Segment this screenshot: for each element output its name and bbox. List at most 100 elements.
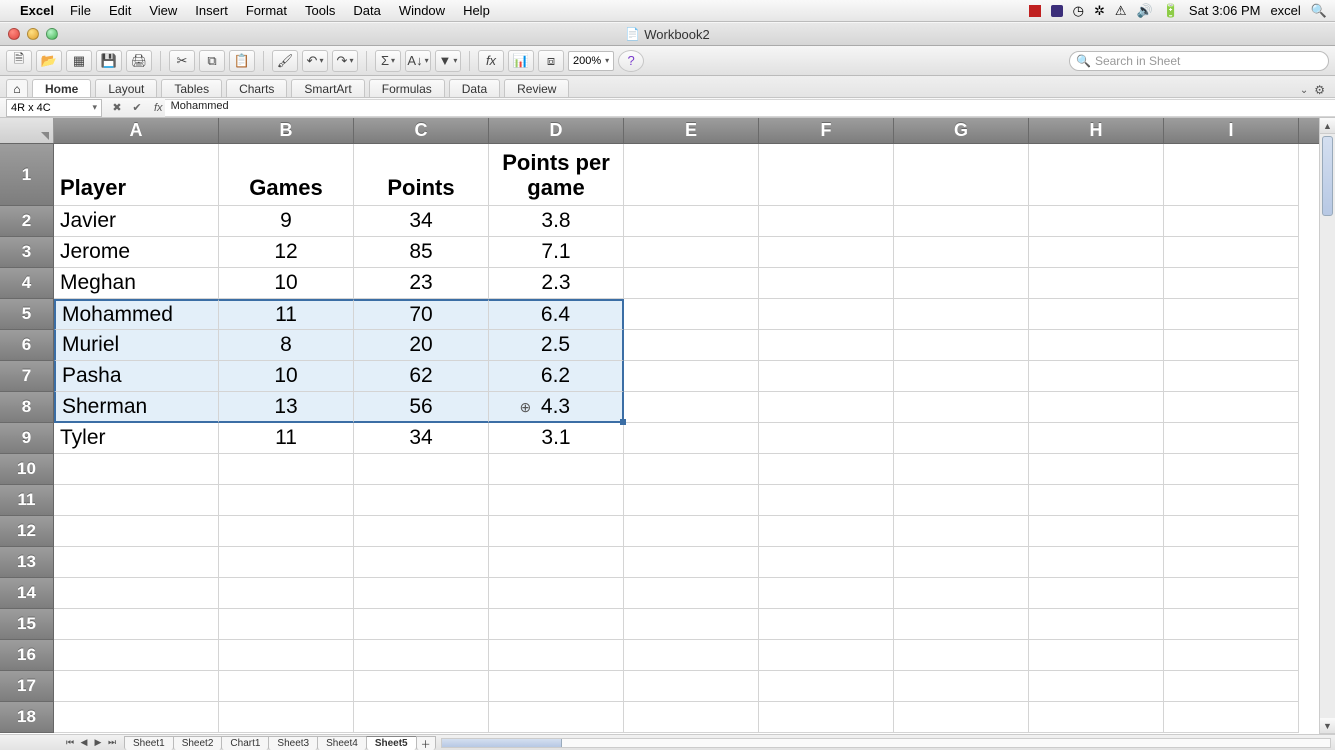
row-header-17[interactable]: 17 [0, 671, 54, 702]
print-button[interactable]: 🖨 [126, 50, 152, 72]
cell-A6[interactable]: Muriel [54, 330, 219, 361]
row-header-12[interactable]: 12 [0, 516, 54, 547]
cell-F1[interactable] [759, 144, 894, 206]
sync-icon[interactable]: ✲ [1094, 3, 1105, 19]
cell-B9[interactable]: 11 [219, 423, 354, 454]
cell-E1[interactable] [624, 144, 759, 206]
fx-label-icon[interactable]: fx [152, 102, 165, 114]
cut-button[interactable]: ✂ [169, 50, 195, 72]
cell-C8[interactable]: 56 [354, 392, 489, 423]
cell-I3[interactable] [1164, 237, 1299, 268]
app-menu[interactable]: Excel [20, 3, 54, 18]
cell-E6[interactable] [624, 330, 759, 361]
tab-review[interactable]: Review [504, 79, 569, 97]
cell-D18[interactable] [489, 702, 624, 733]
cell-G15[interactable] [894, 609, 1029, 640]
row-header-3[interactable]: 3 [0, 237, 54, 268]
chart-button[interactable]: 📊 [508, 50, 534, 72]
column-header-C[interactable]: C [354, 118, 489, 143]
sheet-nav-next[interactable]: ▶ [92, 737, 104, 748]
menubar-clock[interactable]: Sat 3:06 PM [1189, 3, 1261, 18]
spotlight-icon[interactable]: 🔍 [1311, 3, 1327, 19]
cell-C10[interactable] [354, 454, 489, 485]
cell-F2[interactable] [759, 206, 894, 237]
cell-H14[interactable] [1029, 578, 1164, 609]
cell-F10[interactable] [759, 454, 894, 485]
cell-G14[interactable] [894, 578, 1029, 609]
column-header-D[interactable]: D [489, 118, 624, 143]
cell-B11[interactable] [219, 485, 354, 516]
cell-B7[interactable]: 10 [219, 361, 354, 392]
cancel-formula-button[interactable]: ✖ [110, 101, 124, 114]
cell-I14[interactable] [1164, 578, 1299, 609]
menubar-active-app[interactable]: excel [1270, 3, 1300, 18]
cell-G4[interactable] [894, 268, 1029, 299]
cell-H5[interactable] [1029, 299, 1164, 330]
cell-C17[interactable] [354, 671, 489, 702]
cell-B13[interactable] [219, 547, 354, 578]
sheet-nav-first[interactable]: ⏮ [64, 737, 76, 748]
cell-F12[interactable] [759, 516, 894, 547]
cell-H17[interactable] [1029, 671, 1164, 702]
cell-B4[interactable]: 10 [219, 268, 354, 299]
ribbon-settings-button[interactable]: ⚙ [1314, 83, 1325, 97]
cell-C1[interactable]: Points [354, 144, 489, 206]
cell-I13[interactable] [1164, 547, 1299, 578]
cell-I6[interactable] [1164, 330, 1299, 361]
row-header-6[interactable]: 6 [0, 330, 54, 361]
cell-F13[interactable] [759, 547, 894, 578]
cell-B14[interactable] [219, 578, 354, 609]
cell-G3[interactable] [894, 237, 1029, 268]
tab-layout[interactable]: Layout [95, 79, 157, 97]
cell-B6[interactable]: 8 [219, 330, 354, 361]
textbox-button[interactable]: ⧈ [538, 50, 564, 72]
show-formulas-button[interactable]: fx [478, 50, 504, 72]
sheet-tab-active[interactable]: Sheet5 [366, 736, 417, 750]
cell-F4[interactable] [759, 268, 894, 299]
cell-I12[interactable] [1164, 516, 1299, 547]
cell-H16[interactable] [1029, 640, 1164, 671]
cell-I2[interactable] [1164, 206, 1299, 237]
sort-button[interactable]: A↓ [405, 50, 431, 72]
undo-button[interactable]: ↶ [302, 50, 328, 72]
cell-H4[interactable] [1029, 268, 1164, 299]
tab-formulas[interactable]: Formulas [369, 79, 445, 97]
vertical-scrollbar[interactable]: ▲ ▼ [1319, 118, 1335, 734]
cell-C7[interactable]: 62 [354, 361, 489, 392]
horizontal-scrollbar[interactable] [441, 738, 1331, 748]
menu-file[interactable]: File [70, 3, 91, 18]
cell-D6[interactable]: 2.5 [489, 330, 624, 361]
sheet-tab[interactable]: Sheet3 [268, 736, 318, 750]
cell-G1[interactable] [894, 144, 1029, 206]
cell-I15[interactable] [1164, 609, 1299, 640]
cell-F18[interactable] [759, 702, 894, 733]
row-header-14[interactable]: 14 [0, 578, 54, 609]
cell-H15[interactable] [1029, 609, 1164, 640]
cell-I10[interactable] [1164, 454, 1299, 485]
copy-button[interactable]: ⧉ [199, 50, 225, 72]
column-header-I[interactable]: I [1164, 118, 1299, 143]
row-header-1[interactable]: 1 [0, 144, 54, 206]
cell-F8[interactable] [759, 392, 894, 423]
cell-G6[interactable] [894, 330, 1029, 361]
menu-data[interactable]: Data [353, 3, 380, 18]
add-sheet-button[interactable]: ＋ [416, 736, 436, 750]
cell-D3[interactable]: 7.1 [489, 237, 624, 268]
formula-input[interactable]: Mohammed [165, 99, 1335, 117]
redo-button[interactable]: ↷ [332, 50, 358, 72]
row-header-15[interactable]: 15 [0, 609, 54, 640]
cell-A3[interactable]: Jerome [54, 237, 219, 268]
cell-B16[interactable] [219, 640, 354, 671]
cell-H9[interactable] [1029, 423, 1164, 454]
cell-G8[interactable] [894, 392, 1029, 423]
cell-D9[interactable]: 3.1 [489, 423, 624, 454]
sheet-tab[interactable]: Sheet2 [173, 736, 223, 750]
cell-G13[interactable] [894, 547, 1029, 578]
row-header-7[interactable]: 7 [0, 361, 54, 392]
cell-E18[interactable] [624, 702, 759, 733]
row-header-5[interactable]: 5 [0, 299, 54, 330]
tab-charts[interactable]: Charts [226, 79, 287, 97]
menu-format[interactable]: Format [246, 3, 287, 18]
status-app-icon[interactable] [1051, 5, 1063, 17]
cell-H18[interactable] [1029, 702, 1164, 733]
